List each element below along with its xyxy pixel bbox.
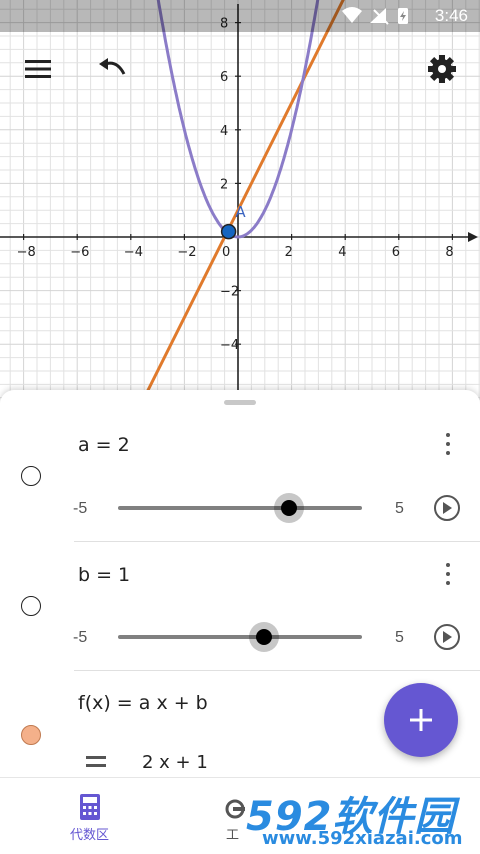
menu-button[interactable]: [16, 47, 60, 91]
slider-b-max: 5: [395, 629, 404, 646]
expression-b[interactable]: b = 1: [78, 564, 130, 586]
nav-item-algebra[interactable]: 代数区: [70, 794, 110, 846]
slider-a-min: -5: [73, 500, 88, 517]
more-options-a[interactable]: [438, 430, 458, 458]
undo-icon: [99, 58, 126, 75]
y-tick-label: −2: [220, 285, 239, 300]
x-tick-label: −4: [124, 245, 143, 260]
x-tick-label: −6: [70, 245, 89, 260]
nav-label-tools: 工: [226, 827, 240, 842]
bottom-navigation: 代数区 工 592软件园 www.592xiazai.com: [0, 777, 480, 854]
tools-icon: [225, 799, 245, 819]
y-tick-label: 2: [220, 177, 228, 192]
y-tick-label: 4: [220, 124, 228, 139]
play-icon: [443, 631, 452, 643]
play-button-b[interactable]: [434, 624, 460, 650]
more-options-b[interactable]: [438, 560, 458, 588]
expression-f-result: 2 x + 1: [142, 752, 208, 773]
point-a: [220, 223, 237, 240]
visibility-toggle-b[interactable]: [21, 596, 41, 616]
x-axis-arrow: [468, 232, 478, 242]
x-tick-label: 4: [338, 245, 346, 260]
watermark-url: www.592xiazai.com: [262, 828, 463, 849]
graphing-canvas[interactable]: −8 −6 −4 −2 0 2 4 6 8 8642−2−4 A: [0, 0, 480, 400]
nav-label-algebra: 代数区: [70, 827, 110, 842]
slider-b-min: -5: [73, 629, 88, 646]
menu-icon: [25, 60, 51, 78]
x-tick-label: 6: [392, 245, 400, 260]
y-tick-label: −4: [220, 338, 239, 353]
expression-a[interactable]: a = 2: [78, 434, 130, 456]
slider-b-thumb[interactable]: [249, 622, 280, 652]
play-icon: [443, 502, 452, 514]
slider-a-thumb[interactable]: [273, 493, 304, 523]
grid: [0, 0, 480, 400]
drag-handle[interactable]: [224, 400, 256, 405]
expression-f[interactable]: f(x) = a x + b: [78, 692, 208, 714]
settings-button[interactable]: [420, 47, 464, 91]
visibility-toggle-a[interactable]: [21, 466, 41, 486]
wifi-icon: [342, 7, 362, 23]
equals-sign: [86, 756, 106, 768]
y-tick-label: 6: [220, 70, 228, 85]
calculator-icon: [80, 794, 100, 820]
status-bar: 3:46: [0, 0, 480, 32]
x-tick-label: −2: [177, 245, 196, 260]
x-tick-label: 0: [222, 245, 230, 260]
x-tick-label: 2: [285, 245, 293, 260]
play-button-a[interactable]: [434, 495, 460, 521]
status-time: 3:46: [434, 6, 468, 25]
divider: [74, 541, 480, 542]
x-tick-label: 8: [445, 245, 453, 260]
undo-button[interactable]: [90, 47, 134, 91]
slider-a-track[interactable]: [118, 506, 362, 510]
add-button[interactable]: [384, 683, 458, 757]
slider-a-max: 5: [395, 500, 404, 517]
x-tick-label: −8: [17, 245, 36, 260]
visibility-toggle-f[interactable]: [21, 725, 41, 745]
gear-icon: [428, 55, 456, 83]
slider-b-track[interactable]: [118, 635, 362, 639]
point-a-label: A: [235, 203, 246, 221]
divider: [74, 670, 480, 671]
plus-icon: [410, 709, 432, 731]
status-icons: [340, 6, 410, 31]
